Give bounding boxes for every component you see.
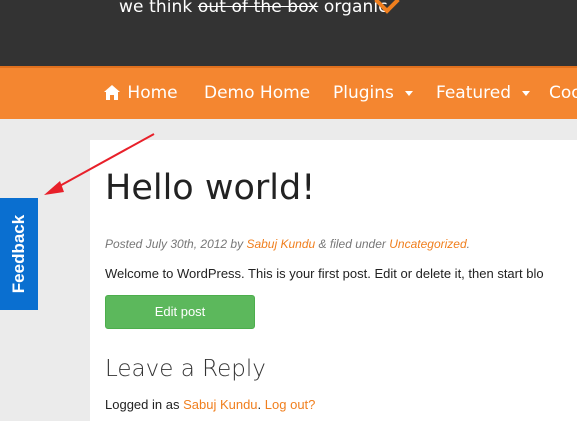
post-meta-filed: & filed under xyxy=(318,237,386,251)
nav-label-featured: Featured xyxy=(436,83,512,103)
post-author-link[interactable]: Sabuj Kundu xyxy=(246,237,315,251)
post-meta: Posted July 30th, 2012 by Sabuj Kundu & … xyxy=(105,237,470,251)
reply-heading: Leave a Reply xyxy=(105,356,266,382)
tagline-strike: out of the box xyxy=(197,0,319,17)
post-date: Posted July 30th, 2012 by xyxy=(105,237,244,251)
home-icon xyxy=(104,70,120,121)
logged-in-line: Logged in as Sabuj Kundu. Log out? xyxy=(105,397,315,412)
nav-item-featured[interactable]: Featured xyxy=(436,68,531,119)
main-nav: Home Demo Home Plugins Featured Coo xyxy=(0,66,577,119)
post-meta-period: . xyxy=(466,237,470,251)
site-header: we think out of the box organic xyxy=(0,0,577,66)
site-tagline: we think out of the box organic xyxy=(119,0,388,17)
logged-in-prefix: Logged in as xyxy=(105,397,180,412)
post-category-link[interactable]: Uncategorized xyxy=(389,237,466,251)
logout-link[interactable]: Log out? xyxy=(265,397,316,412)
post-body: Welcome to WordPress. This is your first… xyxy=(105,266,544,281)
chevron-down-icon xyxy=(405,90,414,96)
user-profile-link[interactable]: Sabuj Kundu xyxy=(183,397,257,412)
nav-label-plugins: Plugins xyxy=(333,83,394,103)
feedback-tab[interactable]: Feedback xyxy=(0,198,38,310)
post-title: Hello world! xyxy=(105,168,316,208)
nav-label-home: Home xyxy=(127,83,178,103)
tagline-before: we think xyxy=(119,0,193,17)
nav-item-plugins[interactable]: Plugins xyxy=(333,68,414,119)
nav-label-demo-home: Demo Home xyxy=(204,83,311,103)
nav-item-home[interactable]: Home xyxy=(104,68,178,119)
chevron-down-icon xyxy=(522,90,531,96)
feedback-label: Feedback xyxy=(9,214,28,294)
logged-in-period: . xyxy=(257,397,262,412)
nav-label-coo: Coo xyxy=(549,83,577,103)
nav-item-coo[interactable]: Coo xyxy=(549,68,577,119)
nav-item-demo-home[interactable]: Demo Home xyxy=(204,68,310,119)
edit-post-button[interactable]: Edit post xyxy=(105,295,255,329)
